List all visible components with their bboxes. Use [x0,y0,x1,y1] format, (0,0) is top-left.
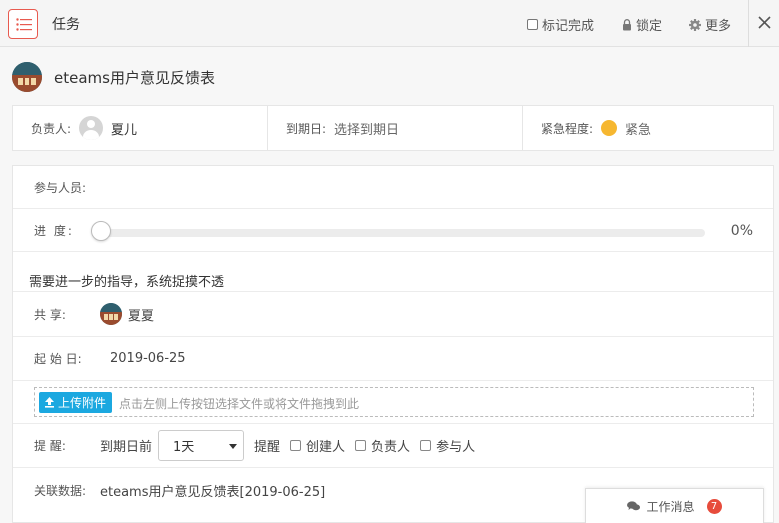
reminder-prefix: 到期日前 [100,440,153,455]
participants-row[interactable]: 参与人员: [13,166,773,209]
remind-participant-checkbox[interactable]: 参与人 [420,436,475,455]
remind-owner-checkbox[interactable]: 负责人 [355,436,410,455]
reminder-label: 提 醒: [34,439,66,453]
start-date-row: 起 始 日: 2019-06-25 [13,337,773,381]
lock-button[interactable]: 锁定 [622,15,662,34]
reminder-days-value: 1天 [173,440,195,455]
menu-button[interactable] [8,9,38,39]
reminder-controls: 到期日前 1天 提醒 创建人 负责人 参与人 [100,430,475,461]
gear-icon [689,18,701,31]
more-button[interactable]: 更多 [689,15,731,34]
task-avatar [12,62,42,92]
related-data-link[interactable]: eteams用户意见反馈表[2019-06-25] [100,481,325,500]
urgency-label: 紧急程度: [541,121,594,136]
page-title: 任务 [52,17,80,33]
details-card: 参与人员: 进 度: 0% 需要进一步的指导，系统捉摸不透 共 享: 夏夏 起 … [12,165,774,523]
summary-card: 负责人: 夏儿 到期日: 选择到期日 紧急程度: 紧急 [12,105,774,151]
remind-participant-label: 参与人 [436,440,476,455]
start-date-label: 起 始 日: [34,352,82,366]
progress-label: 进 度: [34,223,74,238]
due-date-input[interactable]: 选择到期日 [334,119,399,138]
urgency-cell[interactable]: 紧急程度: 紧急 [522,106,773,150]
task-detail-panel: eteams用户意见反馈表 负责人: 夏儿 到期日: 选择到期日 紧急程度: 紧… [0,47,779,523]
owner-name: 夏儿 [111,122,138,138]
remind-creator-label: 创建人 [306,440,346,455]
lock-icon [623,18,631,30]
work-messages-tab[interactable]: 工作消息 7 [585,488,764,523]
lock-label: 锁定 [636,19,663,34]
attachment-drop-zone[interactable]: 上传附件 点击左侧上传按钮选择文件或将文件拖拽到此 [34,387,754,417]
due-date-cell[interactable]: 到期日: 选择到期日 [267,106,522,150]
close-icon [758,16,771,29]
urgency-dot-icon [601,120,618,136]
work-messages-label: 工作消息 [646,499,695,514]
urgency-value: 紧急 [625,122,652,138]
list-menu-icon [16,18,32,31]
mark-complete-button[interactable]: 标记完成 [527,15,594,34]
reminder-row: 提 醒: 到期日前 1天 提醒 创建人 负责人 参与人 [13,424,773,468]
related-data-label: 关联数据: [34,483,87,498]
share-user[interactable]: 夏夏 [100,303,154,325]
share-user-name: 夏夏 [128,308,155,324]
owner-cell[interactable]: 负责人: 夏儿 [13,106,267,150]
reminder-days-select[interactable]: 1天 [158,430,245,461]
due-date-label: 到期日: [286,121,327,136]
upload-attachment-button[interactable]: 上传附件 [39,392,113,413]
chat-bubbles-icon [627,500,641,510]
mark-complete-label: 标记完成 [542,19,595,34]
progress-percent: 0% [730,223,753,239]
share-row: 共 享: 夏夏 [13,292,773,337]
close-button[interactable] [748,0,779,47]
caret-down-icon [229,444,238,449]
task-description[interactable]: 需要进一步的指导，系统捉摸不透 [29,271,224,290]
task-title-row: eteams用户意见反馈表 [12,61,215,93]
share-label: 共 享: [34,307,66,322]
progress-slider-track[interactable] [103,229,705,237]
upload-hint: 点击左侧上传按钮选择文件或将文件拖拽到此 [119,397,360,411]
owner-label: 负责人: [31,121,72,136]
progress-slider-handle[interactable] [91,221,111,241]
checkbox-icon [355,440,367,451]
upload-button-label: 上传附件 [58,396,107,410]
task-title[interactable]: eteams用户意见反馈表 [54,67,215,88]
user-avatar-icon [79,116,104,140]
remind-owner-label: 负责人 [371,440,411,455]
checkbox-icon [527,19,538,30]
remind-creator-checkbox[interactable]: 创建人 [290,436,345,455]
share-user-avatar [100,303,122,325]
more-label: 更多 [705,19,732,34]
participants-label: 参与人员: [34,180,87,195]
checkbox-icon [420,440,432,451]
reminder-word: 提醒 [254,440,281,455]
top-header: 任务 标记完成 锁定 更多 [0,0,779,47]
checkbox-icon [290,440,302,451]
upload-icon [45,397,54,408]
unread-count-badge: 7 [706,498,722,514]
progress-row: 进 度: 0% [13,209,773,252]
start-date-value[interactable]: 2019-06-25 [110,351,186,366]
